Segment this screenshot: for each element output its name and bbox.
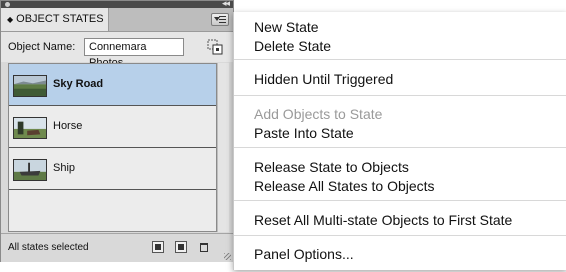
state-thumbnail xyxy=(13,159,47,181)
menu-item-paste-into-state[interactable]: Paste Into State xyxy=(254,125,354,141)
menu-lines-icon xyxy=(219,16,226,23)
panel-flyout-menu: New State Delete State Hidden Until Trig… xyxy=(233,12,566,270)
tab-arrows-icon: ◆ xyxy=(7,15,14,24)
vertical-scrollbar[interactable] xyxy=(217,63,229,232)
menu-item-new-state[interactable]: New State xyxy=(254,19,319,35)
panel-footer: All states selected xyxy=(1,233,233,262)
state-row-sky-road[interactable]: Sky Road xyxy=(9,64,216,106)
tab-object-states[interactable]: ◆ OBJECT STATES xyxy=(1,8,109,31)
delete-state-button[interactable] xyxy=(198,241,210,253)
menu-item-add-objects-to-state: Add Objects to State xyxy=(254,106,383,122)
state-row-horse[interactable]: Horse xyxy=(9,106,216,148)
object-name-row: Object Name: Connemara Photos xyxy=(1,32,233,69)
menu-item-release-state-to-objects[interactable]: Release State to Objects xyxy=(254,159,409,175)
states-list: Sky Road Horse Ship xyxy=(8,63,217,232)
tab-label: OBJECT STATES xyxy=(16,13,104,25)
state-thumbnail xyxy=(13,75,47,97)
object-state-icon[interactable] xyxy=(207,39,223,55)
menu-item-panel-options[interactable]: Panel Options... xyxy=(254,246,354,262)
menu-item-hidden-until-triggered[interactable]: Hidden Until Triggered xyxy=(254,71,393,87)
close-icon[interactable] xyxy=(5,2,10,7)
new-state-icon xyxy=(155,244,161,250)
menu-separator xyxy=(234,59,566,60)
object-name-label: Object Name: xyxy=(8,41,76,53)
new-state-button[interactable] xyxy=(152,241,164,253)
trash-icon xyxy=(200,243,208,252)
status-text: All states selected xyxy=(8,242,89,253)
menu-item-release-all-states-to-objects[interactable]: Release All States to Objects xyxy=(254,178,435,194)
panel-titlebar[interactable]: ◂◂ xyxy=(1,0,233,8)
resize-grip-icon[interactable] xyxy=(224,253,231,260)
duplicate-state-icon xyxy=(178,244,184,250)
state-thumbnail xyxy=(13,117,47,139)
menu-item-delete-state[interactable]: Delete State xyxy=(254,38,331,54)
object-name-field[interactable]: Connemara Photos xyxy=(84,38,184,69)
object-states-panel: ◂◂ ◆ OBJECT STATES Object Name: Connemara… xyxy=(0,0,234,262)
state-name: Horse xyxy=(53,120,83,132)
duplicate-state-button[interactable] xyxy=(175,241,187,253)
menu-separator xyxy=(234,235,566,236)
menu-separator xyxy=(234,95,566,96)
menu-item-reset-all-multi-state-objects[interactable]: Reset All Multi-state Objects to First S… xyxy=(254,212,512,228)
state-row-ship[interactable]: Ship xyxy=(9,148,216,190)
panel-menu-button[interactable] xyxy=(211,13,229,26)
menu-separator xyxy=(234,147,566,148)
menu-separator xyxy=(234,200,566,201)
state-name: Sky Road xyxy=(53,78,104,90)
state-name: Ship xyxy=(53,162,76,174)
panel-tab-row: ◆ OBJECT STATES xyxy=(1,8,233,32)
